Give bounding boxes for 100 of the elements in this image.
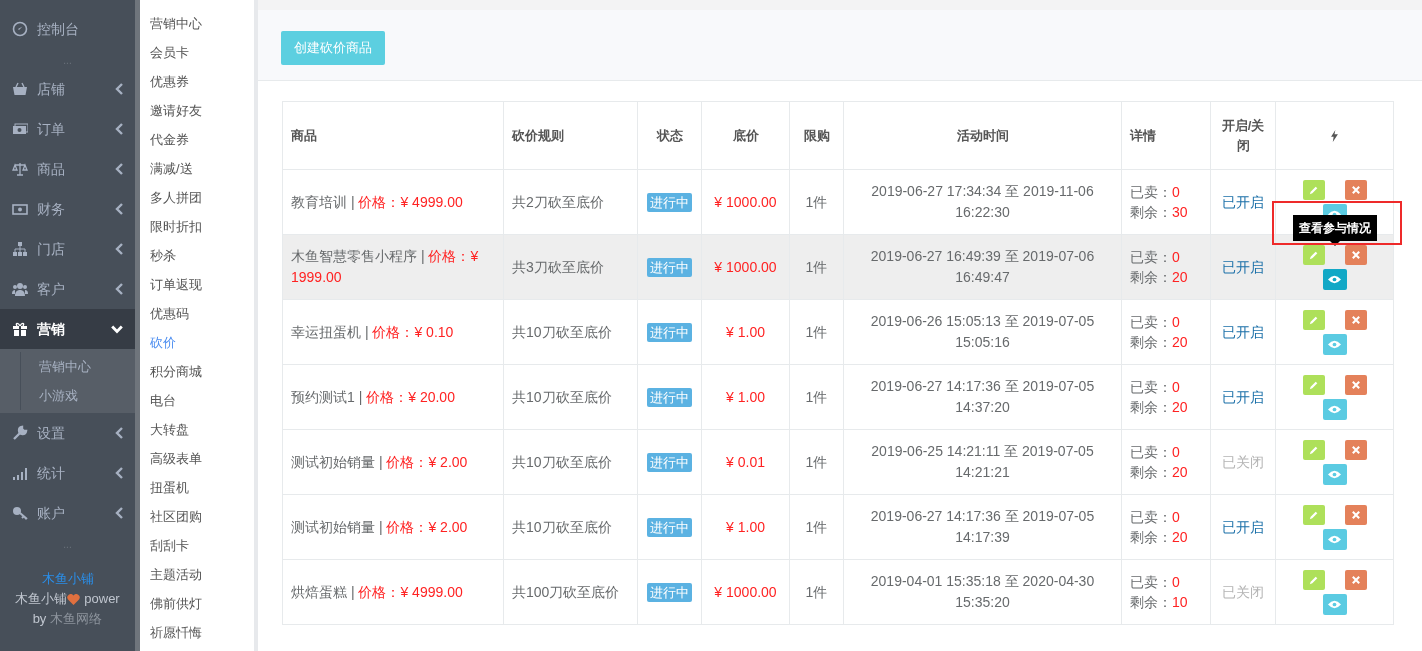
close-icon xyxy=(1351,380,1360,389)
lightning-icon xyxy=(1331,130,1338,143)
submenu-link[interactable]: 砍价 xyxy=(140,328,254,357)
sidebar-item[interactable]: 设置 xyxy=(0,413,135,453)
submenu-link[interactable]: 积分商城 xyxy=(140,357,254,386)
sidebar-item[interactable]: 客户 xyxy=(0,269,135,309)
table-cell: 1件 xyxy=(789,299,844,365)
sidebar-item[interactable]: 商品 xyxy=(0,149,135,189)
pencil-icon xyxy=(1308,184,1319,195)
toggle-link[interactable]: 已开启 xyxy=(1222,388,1264,405)
sold-count: 已卖：0 xyxy=(1130,183,1181,202)
toggle-link[interactable]: 已开启 xyxy=(1222,518,1264,535)
sidebar-item[interactable]: 控制台 xyxy=(0,9,135,49)
submenu-link[interactable]: 代金券 xyxy=(140,125,254,154)
table-cell: 2019-06-26 15:05:13 至 2019-07-05 15:05:16 xyxy=(843,299,1122,365)
submenu-link[interactable]: 佛前供灯 xyxy=(140,589,254,618)
submenu-link[interactable]: 电台 xyxy=(140,386,254,415)
price-cell: ¥ 1000.00 xyxy=(701,234,790,300)
eye-icon xyxy=(1328,599,1341,609)
sidebar-item[interactable]: 账户 xyxy=(0,493,135,533)
chevron-left-icon xyxy=(115,507,123,519)
chevron-left-icon xyxy=(115,203,123,215)
tooltip-arrow xyxy=(1329,240,1340,246)
sidebar-item[interactable]: 营销 xyxy=(0,309,135,349)
product-cell: 烘焙蛋糕 | 价格：¥ 4999.00 xyxy=(282,559,504,625)
table-cell: 2019-06-25 14:21:11 至 2019-07-05 14:21:21 xyxy=(843,429,1122,495)
delete-button[interactable] xyxy=(1344,569,1367,590)
remaining-count: 剩余：20 xyxy=(1130,268,1189,287)
submenu-link[interactable]: 秒杀 xyxy=(140,241,254,270)
toggle-link[interactable]: 已开启 xyxy=(1222,323,1264,340)
banknote-icon xyxy=(12,201,28,217)
delete-button[interactable] xyxy=(1344,374,1367,395)
delete-button[interactable] xyxy=(1344,439,1367,460)
column-header: 砍价规则 xyxy=(503,101,638,170)
sidebar-item[interactable]: 订单 xyxy=(0,109,135,149)
submenu-link[interactable]: 满减/送 xyxy=(140,154,254,183)
table-cell: 2019-04-01 15:35:18 至 2020-04-30 15:35:20 xyxy=(843,559,1122,625)
sidebar-item[interactable]: 统计 xyxy=(0,453,135,493)
submenu-link[interactable]: 邀请好友 xyxy=(140,96,254,125)
close-icon xyxy=(1351,315,1360,324)
toggle-link[interactable]: 已开启 xyxy=(1222,258,1264,275)
delete-button[interactable] xyxy=(1344,504,1367,525)
table-cell: 共10刀砍至底价 xyxy=(503,364,638,430)
status-badge: 进行中 xyxy=(647,257,692,277)
chevron-left-icon xyxy=(115,427,123,439)
close-icon xyxy=(1351,510,1360,519)
status-badge: 进行中 xyxy=(647,192,692,212)
submenu-link[interactable]: 营销中心 xyxy=(140,9,254,38)
pencil-icon xyxy=(1308,444,1319,455)
table-cell: 2019-06-27 16:49:39 至 2019-07-06 16:49:47 xyxy=(843,234,1122,300)
table-cell: 1件 xyxy=(789,234,844,300)
remaining-count: 剩余：20 xyxy=(1130,333,1189,352)
column-header: 限购 xyxy=(789,101,844,170)
remaining-count: 剩余：20 xyxy=(1130,398,1189,417)
table-cell: 1件 xyxy=(789,429,844,495)
price-cell: ¥ 1.00 xyxy=(701,299,790,365)
product-cell: 木鱼智慧零售小程序 | 价格：¥ 1999.00 xyxy=(282,234,504,300)
sidebar-item[interactable]: 财务 xyxy=(0,189,135,229)
submenu-link[interactable]: 高级表单 xyxy=(140,444,254,473)
submenu-link[interactable]: 优惠码 xyxy=(140,299,254,328)
submenu-link[interactable]: 刮刮卡 xyxy=(140,531,254,560)
edit-button[interactable] xyxy=(1302,244,1325,265)
submenu-link[interactable]: 主题活动 xyxy=(140,560,254,589)
submenu-link[interactable]: 优惠券 xyxy=(140,67,254,96)
table-cell: 共100刀砍至底价 xyxy=(503,559,638,625)
column-header: 详情 xyxy=(1121,101,1211,170)
table-cell: 共10刀砍至底价 xyxy=(503,494,638,560)
status-badge: 进行中 xyxy=(647,322,692,342)
remaining-count: 剩余：30 xyxy=(1130,203,1189,222)
table-cell: 共10刀砍至底价 xyxy=(503,299,638,365)
pencil-icon xyxy=(1308,249,1319,260)
submenu-link[interactable]: 会员卡 xyxy=(140,38,254,67)
column-header: 状态 xyxy=(637,101,702,170)
table-cell: 共10刀砍至底价 xyxy=(503,429,638,495)
price-cell: ¥ 0.01 xyxy=(701,429,790,495)
sidebar-item[interactable]: 门店 xyxy=(0,229,135,269)
close-icon xyxy=(1351,185,1360,194)
divider-dots: ... xyxy=(63,56,72,66)
delete-button[interactable] xyxy=(1344,309,1367,330)
money-icon xyxy=(12,121,28,137)
submenu-link[interactable]: 订单返现 xyxy=(140,270,254,299)
table-cell: 共2刀砍至底价 xyxy=(503,169,638,235)
submenu-link[interactable]: 限时折扣 xyxy=(140,212,254,241)
submenu-link[interactable]: 扭蛋机 xyxy=(140,473,254,502)
eye-icon xyxy=(1328,274,1341,284)
submenu-link[interactable]: 社区团购 xyxy=(140,502,254,531)
product-cell: 幸运扭蛋机 | 价格：¥ 0.10 xyxy=(282,299,504,365)
table-cell: 1件 xyxy=(789,559,844,625)
sidebar-item[interactable]: 店铺 xyxy=(0,69,135,109)
status-badge: 进行中 xyxy=(647,387,692,407)
eye-icon xyxy=(1328,534,1341,544)
pencil-icon xyxy=(1308,314,1319,325)
delete-button[interactable] xyxy=(1344,244,1367,265)
submenu-link[interactable]: 大转盘 xyxy=(140,415,254,444)
submenu-link[interactable]: 多人拼团 xyxy=(140,183,254,212)
footer-text: power xyxy=(84,591,120,606)
submenu-link[interactable]: 祈愿忏悔 xyxy=(140,618,254,647)
toggle-link[interactable]: 已开启 xyxy=(1222,193,1264,210)
product-cell: 预约测试1 | 价格：¥ 20.00 xyxy=(282,364,504,430)
table-cell: 共3刀砍至底价 xyxy=(503,234,638,300)
